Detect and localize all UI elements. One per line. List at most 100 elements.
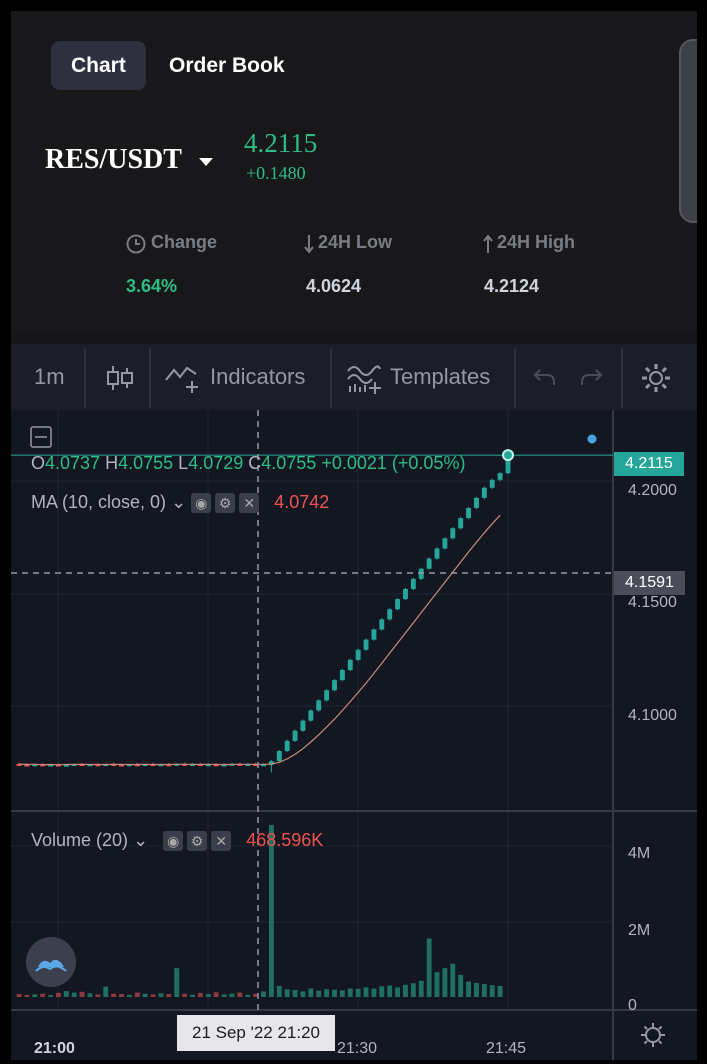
candles-icon[interactable] <box>105 364 135 392</box>
live-dot <box>587 434 597 444</box>
last-price-dot <box>502 449 514 462</box>
candle <box>379 619 385 630</box>
toolbar-divider <box>621 348 623 408</box>
volume-bar <box>458 974 464 997</box>
volume-bar <box>403 984 408 997</box>
pair-selector[interactable]: RES/USDT <box>45 144 182 176</box>
volume-bar <box>32 994 38 997</box>
volume-bar <box>481 984 487 997</box>
chevron-down-icon[interactable] <box>199 158 213 166</box>
low-value: 4.0729 <box>188 453 244 473</box>
ma-label[interactable]: MA (10, close, 0) <box>31 492 166 512</box>
candle <box>324 690 330 701</box>
volume-bar <box>387 985 393 997</box>
candle <box>332 680 337 691</box>
volume-legend[interactable]: Volume (20) ⌄ ◉ ⚙ ✕ 468.596K <box>31 830 324 852</box>
volume-bar <box>371 988 377 997</box>
close-icon[interactable]: ✕ <box>239 493 260 514</box>
volume-bar <box>410 983 416 997</box>
volume-bar <box>221 994 227 997</box>
eye-icon[interactable]: ◉ <box>163 831 184 852</box>
volume-tick: 4M <box>628 845 651 862</box>
volume-bar <box>119 994 124 997</box>
volume-bar <box>55 992 61 997</box>
candle <box>308 710 314 721</box>
ma-line <box>18 514 501 766</box>
volume-bar <box>395 987 401 997</box>
ma-legend[interactable]: MA (10, close, 0) ⌄ ◉ ⚙ ✕ 4.0742 <box>31 492 330 514</box>
volume-bar <box>442 968 448 997</box>
redo-icon[interactable] <box>579 367 605 387</box>
candle <box>481 487 487 498</box>
volume-bar <box>237 992 243 997</box>
candle <box>403 589 408 600</box>
price-change: +0.1480 <box>246 163 306 183</box>
candle <box>450 528 456 539</box>
volume-bar <box>71 992 77 997</box>
close-key: C <box>248 453 262 473</box>
chart-toolbar: 1m Indicators Templates <box>11 344 697 410</box>
volume-bar <box>126 994 132 997</box>
logo-icon <box>35 959 67 972</box>
volume-bar <box>166 994 172 997</box>
chevron-down-icon[interactable]: ⌄ <box>171 492 186 512</box>
crosshair-time-tag: 21 Sep '22 21:20 <box>177 1015 335 1051</box>
candle <box>300 720 306 731</box>
volume-bar <box>158 993 164 997</box>
gear-icon[interactable]: ⚙ <box>187 831 208 852</box>
volume-bar <box>95 994 101 997</box>
volume-bar <box>40 993 46 997</box>
candle <box>276 751 282 762</box>
ohlc-legend: O4.0737 H4.0755 L4.0729 C4.0755 +0.0021 … <box>31 453 465 474</box>
volume-bar <box>324 989 330 997</box>
tab-chart[interactable]: Chart <box>51 41 146 90</box>
tradingview-logo[interactable] <box>26 937 76 987</box>
candle <box>426 558 432 569</box>
low-key: L <box>178 453 189 473</box>
templates-button[interactable]: Templates <box>390 344 490 410</box>
volume-bar <box>134 992 140 997</box>
indicators-icon[interactable] <box>163 362 203 394</box>
low-value: 4.0624 <box>306 276 362 296</box>
current-price-tag: 4.2115 <box>614 452 684 476</box>
volume-bar <box>379 986 385 997</box>
gear-icon[interactable]: ⚙ <box>215 493 236 514</box>
chart-area[interactable]: O4.0737 H4.0755 L4.0729 C4.0755 +0.0021 … <box>11 410 697 1060</box>
undo-icon[interactable] <box>531 367 557 387</box>
templates-icon[interactable] <box>345 360 385 394</box>
change-value: 3.64% <box>126 276 178 296</box>
eye-icon[interactable]: ◉ <box>191 493 212 514</box>
tab-order-book[interactable]: Order Book <box>149 41 305 90</box>
candle <box>363 639 369 650</box>
indicators-button[interactable]: Indicators <box>210 344 305 410</box>
volume-value: 468.596K <box>246 830 324 850</box>
volume-bar <box>48 995 53 997</box>
chevron-down-icon[interactable]: ⌄ <box>133 830 148 850</box>
ma-value: 4.0742 <box>274 492 330 512</box>
time-tick: 21:00 <box>34 1040 75 1057</box>
clock-icon <box>126 234 146 254</box>
volume-tick: 0 <box>628 997 637 1014</box>
volume-label[interactable]: Volume (20) <box>31 830 128 850</box>
volume-bar <box>300 991 306 997</box>
toolbar-divider <box>84 348 86 408</box>
change-label: Change <box>151 232 218 252</box>
toolbar-divider <box>149 348 151 408</box>
app-frame: Chart Order Book RES/USDT 4.2115 +0.1480… <box>11 11 697 1060</box>
close-value: 4.0755 <box>261 453 317 473</box>
volume-bar <box>87 993 93 997</box>
volume-bar <box>339 990 345 997</box>
settings-gear-icon[interactable] <box>639 361 673 395</box>
scrollbar-handle[interactable] <box>679 39 697 223</box>
candle <box>434 548 440 559</box>
volume-bar <box>426 938 432 997</box>
price-tick: 4.1500 <box>628 594 677 611</box>
volume-tick: 2M <box>628 922 651 939</box>
toolbar-divider <box>330 348 332 408</box>
arrow-down-icon <box>304 235 314 254</box>
close-icon[interactable]: ✕ <box>211 831 232 852</box>
volume-bar <box>434 972 440 997</box>
interval-button[interactable]: 1m <box>34 344 65 410</box>
candle <box>395 599 401 610</box>
volume-bar <box>497 985 503 997</box>
